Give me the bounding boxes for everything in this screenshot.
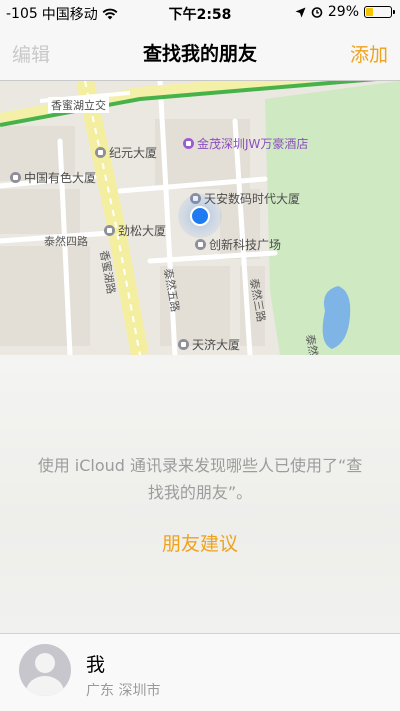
- me-row[interactable]: 我 广东 深圳市: [0, 633, 400, 711]
- road-label-tairan-4th: 泰然四路: [44, 235, 88, 248]
- map-poi-jiyuan-building[interactable]: 纪元大厦: [95, 144, 157, 161]
- map-poi-label: 纪元大厦: [109, 146, 158, 160]
- avatar-head: [35, 653, 55, 673]
- map-view[interactable]: 香蜜湖立交 金茂深圳JW万豪酒店 纪元大厦 中国有色大厦 天安数码时代大厦 劲松…: [0, 81, 400, 355]
- navigation-bar: 编辑 查找我的朋友 添加: [0, 26, 400, 81]
- building-icon: [104, 225, 115, 236]
- status-bar: -105 中国移动 下午2:58 29%: [0, 0, 400, 26]
- friend-suggestions-button[interactable]: 朋友建议: [0, 529, 400, 556]
- me-location: 广东 深圳市: [86, 683, 161, 699]
- map-poi-tianji-building[interactable]: 天济大厦: [178, 336, 240, 353]
- icloud-info-message: 使用 iCloud 通讯录来发现哪些人已使用了“查找我的朋友”。: [37, 456, 363, 502]
- map-poi-jinmao-hotel[interactable]: 金茂深圳JW万豪酒店: [183, 135, 308, 152]
- building-icon: [195, 239, 206, 250]
- map-poi-jinsong-building[interactable]: 劲松大厦: [104, 222, 166, 239]
- avatar-body: [26, 676, 64, 696]
- building-icon: [10, 172, 21, 183]
- battery-percentage: 29%: [327, 4, 359, 20]
- map-label-xiangmi-lijiao: 香蜜湖立交: [48, 97, 109, 113]
- map-poi-china-nonferrous[interactable]: 中国有色大厦: [10, 169, 96, 186]
- hotel-icon: [183, 138, 194, 149]
- map-poi-chuangxin-plaza[interactable]: 创新科技广场: [195, 236, 281, 253]
- add-button[interactable]: 添加: [350, 40, 388, 67]
- building-icon: [178, 339, 189, 350]
- map-poi-label: 创新科技广场: [209, 238, 282, 252]
- alarm-clock-icon: [311, 7, 323, 18]
- battery-fill: [366, 8, 373, 16]
- map-poi-label: 金茂深圳JW万豪酒店: [197, 137, 309, 151]
- current-location-dot[interactable]: [190, 206, 210, 226]
- map-poi-label: 劲松大厦: [118, 224, 167, 238]
- battery-icon: [364, 6, 395, 18]
- avatar: [19, 644, 71, 696]
- building-icon: [95, 147, 106, 158]
- status-right: 29%: [295, 4, 395, 20]
- location-arrow-icon: [295, 7, 306, 17]
- map-poi-label: 天济大厦: [192, 338, 241, 352]
- page-title: 查找我的朋友: [142, 43, 257, 65]
- me-name: 我: [86, 654, 106, 676]
- content-area: 使用 iCloud 通讯录来发现哪些人已使用了“查找我的朋友”。 朋友建议: [0, 355, 400, 633]
- map-poi-label: 中国有色大厦: [24, 171, 97, 185]
